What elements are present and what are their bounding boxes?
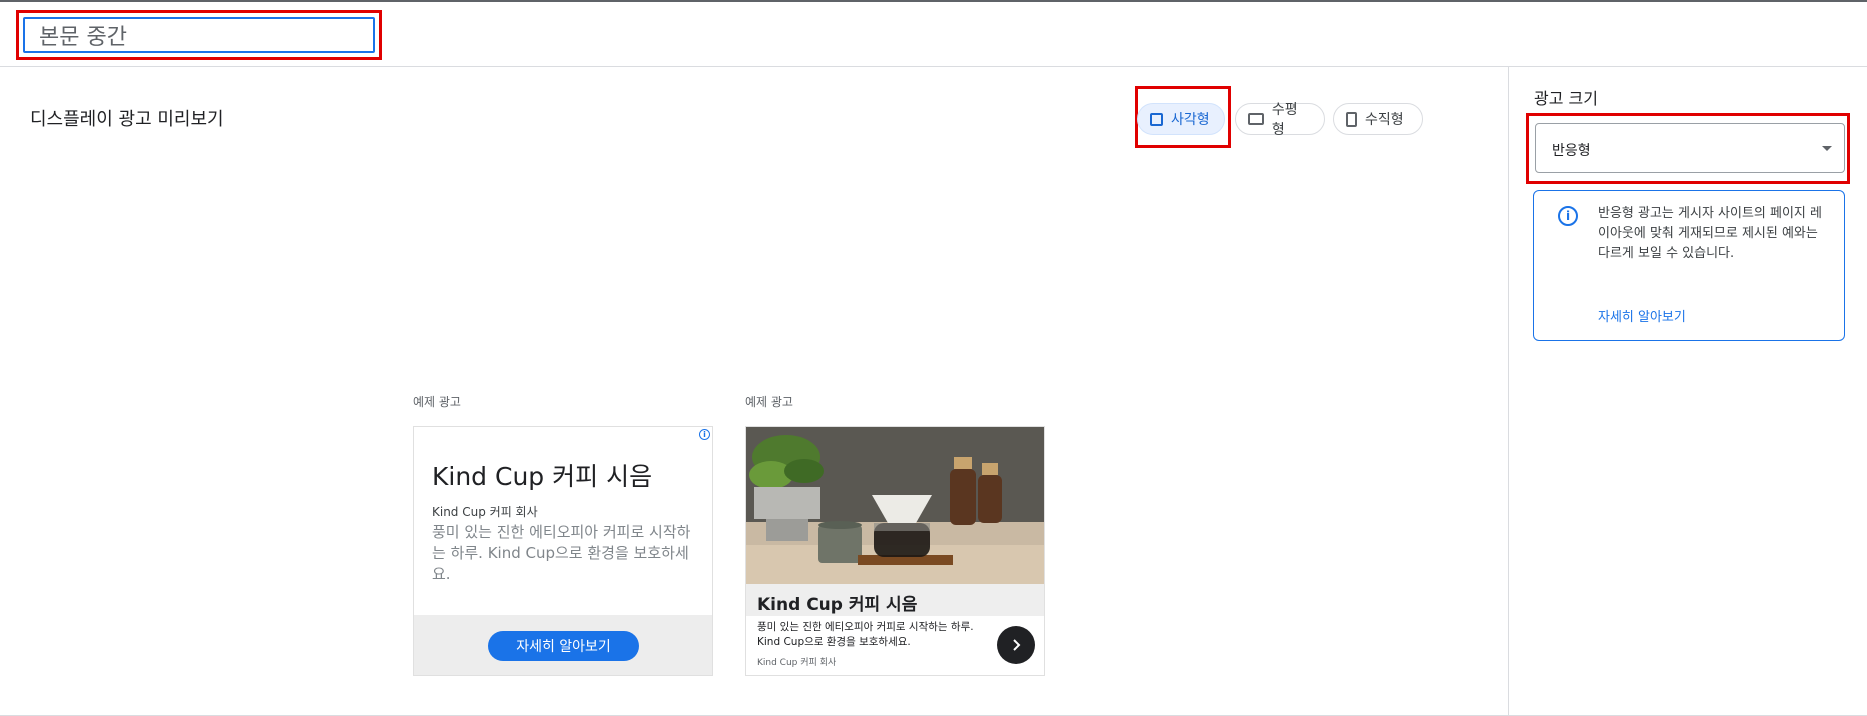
ad-info-icon[interactable]: i xyxy=(699,429,710,440)
sample-ad-label: 예제 광고 xyxy=(413,395,461,409)
chip-label: 수직형 xyxy=(1365,112,1404,128)
learn-more-link[interactable]: 자세히 알아보기 xyxy=(1598,306,1686,325)
name-field-highlight xyxy=(16,10,382,60)
shape-chip-vertical[interactable]: 수직형 xyxy=(1333,103,1423,135)
ad-footer: 자세히 알아보기 xyxy=(414,615,712,675)
shape-chip-square[interactable]: 사각형 xyxy=(1137,103,1225,135)
sample-image-ad: Kind Cup 커피 시음 풍미 있는 진한 에티오피아 커피로 시작하는 하… xyxy=(745,426,1045,676)
ad-headline: Kind Cup 커피 시음 xyxy=(432,462,653,491)
chip-label: 사각형 xyxy=(1171,112,1210,128)
ad-size-select[interactable]: 반응형 xyxy=(1535,123,1845,173)
ad-advertiser: Kind Cup 커피 회사 xyxy=(757,658,837,668)
panel-divider xyxy=(1508,67,1509,716)
info-icon: i xyxy=(1558,206,1578,226)
chip-label: 수평형 xyxy=(1271,102,1298,138)
responsive-info-box: i 반응형 광고는 게시자 사이트의 페이지 레이아웃에 맞춰 게재되므로 제시… xyxy=(1533,190,1845,341)
next-button[interactable] xyxy=(997,626,1035,664)
ad-unit-name-input[interactable] xyxy=(23,17,375,53)
learn-more-button[interactable]: 자세히 알아보기 xyxy=(488,631,639,661)
ad-size-label: 광고 크기 xyxy=(1534,89,1598,108)
info-text: 반응형 광고는 게시자 사이트의 페이지 레이아웃에 맞춰 게재되므로 제시된 … xyxy=(1598,206,1822,261)
size-select-highlight: 반응형 xyxy=(1526,113,1850,184)
header-divider xyxy=(0,66,1867,67)
square-icon xyxy=(1150,112,1163,126)
preview-title: 디스플레이 광고 미리보기 xyxy=(30,109,224,130)
ad-headline-bar: Kind Cup 커피 시음 xyxy=(746,584,1044,616)
ad-size-value: 반응형 xyxy=(1552,143,1591,159)
caret-down-icon xyxy=(1822,146,1832,151)
horizontal-rect-icon xyxy=(1248,113,1264,125)
sample-ad-label: 예제 광고 xyxy=(745,395,793,409)
sample-text-ad: i Kind Cup 커피 시음 Kind Cup 커피 회사 풍미 있는 진한… xyxy=(413,426,713,676)
ad-description: 풍미 있는 진한 에티오피아 커피로 시작하는 하루. Kind Cup으로 환… xyxy=(757,621,974,648)
vertical-rect-icon xyxy=(1346,111,1357,127)
ad-headline: Kind Cup 커피 시음 xyxy=(757,595,918,615)
chevron-right-icon xyxy=(1013,639,1021,651)
shape-chip-horizontal[interactable]: 수평형 xyxy=(1235,102,1325,138)
coffee-photo xyxy=(746,427,1044,584)
ad-description: 풍미 있는 진한 에티오피아 커피로 시작하는 하루. Kind Cup으로 환… xyxy=(432,523,691,583)
ad-advertiser: Kind Cup 커피 회사 xyxy=(432,505,538,519)
